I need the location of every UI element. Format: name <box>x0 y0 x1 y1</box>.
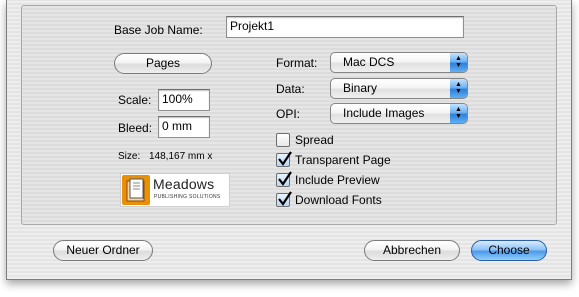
download-fonts-checkbox[interactable] <box>276 191 292 207</box>
options-panel: Base Job Name: Projekt1 Pages Scale: 100… <box>21 5 557 225</box>
opi-popup[interactable]: Include Images ▲ ▼ <box>330 103 468 124</box>
bleed-label: Bleed: <box>118 121 153 135</box>
meadows-logo-name: Meadows <box>153 176 215 192</box>
spread-checkbox[interactable] <box>276 133 290 147</box>
new-folder-button[interactable]: Neuer Ordner <box>53 240 153 261</box>
download-fonts-label: Download Fonts <box>295 193 382 207</box>
transparent-page-checkbox[interactable] <box>276 151 292 167</box>
opi-popup-value: Include Images <box>343 106 425 120</box>
include-preview-label: Include Preview <box>295 173 380 187</box>
bleed-field[interactable]: 0 mm <box>158 116 210 138</box>
include-preview-checkbox[interactable] <box>276 171 292 187</box>
size-value: 148,167 mm x <box>149 151 213 162</box>
up-down-arrows-icon: ▲ ▼ <box>450 104 467 123</box>
meadows-logo-tagline: PUBLISHING SOLUTIONS <box>154 194 221 200</box>
spread-label: Spread <box>295 133 334 147</box>
up-down-arrows-icon: ▲ ▼ <box>450 79 467 98</box>
base-job-name-label: Base Job Name: <box>114 23 203 37</box>
transparent-page-label: Transparent Page <box>295 153 391 167</box>
cancel-button[interactable]: Abbrechen <box>364 240 460 261</box>
format-label: Format: <box>276 56 318 70</box>
format-popup[interactable]: Mac DCS ▲ ▼ <box>330 52 468 73</box>
checkmark-icon <box>278 151 292 166</box>
data-popup-value: Binary <box>343 81 378 95</box>
data-label: Data: <box>276 82 305 96</box>
scale-field[interactable]: 100% <box>158 89 210 111</box>
opi-label: OPI: <box>276 107 301 121</box>
choose-button[interactable]: Choose <box>471 240 547 261</box>
checkmark-icon <box>278 191 292 206</box>
data-popup[interactable]: Binary ▲ ▼ <box>330 78 468 99</box>
export-dialog: Base Job Name: Projekt1 Pages Scale: 100… <box>6 0 572 280</box>
up-down-arrows-icon: ▲ ▼ <box>450 53 467 72</box>
checkmark-icon <box>278 171 292 186</box>
size-label: Size: <box>118 151 141 162</box>
pages-button[interactable]: Pages <box>114 53 212 74</box>
scale-label: Scale: <box>118 93 152 107</box>
meadows-logo-mark <box>122 175 150 205</box>
base-job-name-field[interactable]: Projekt1 <box>226 16 464 38</box>
meadows-logo: Meadows PUBLISHING SOLUTIONS <box>120 173 230 207</box>
format-popup-value: Mac DCS <box>343 55 395 69</box>
